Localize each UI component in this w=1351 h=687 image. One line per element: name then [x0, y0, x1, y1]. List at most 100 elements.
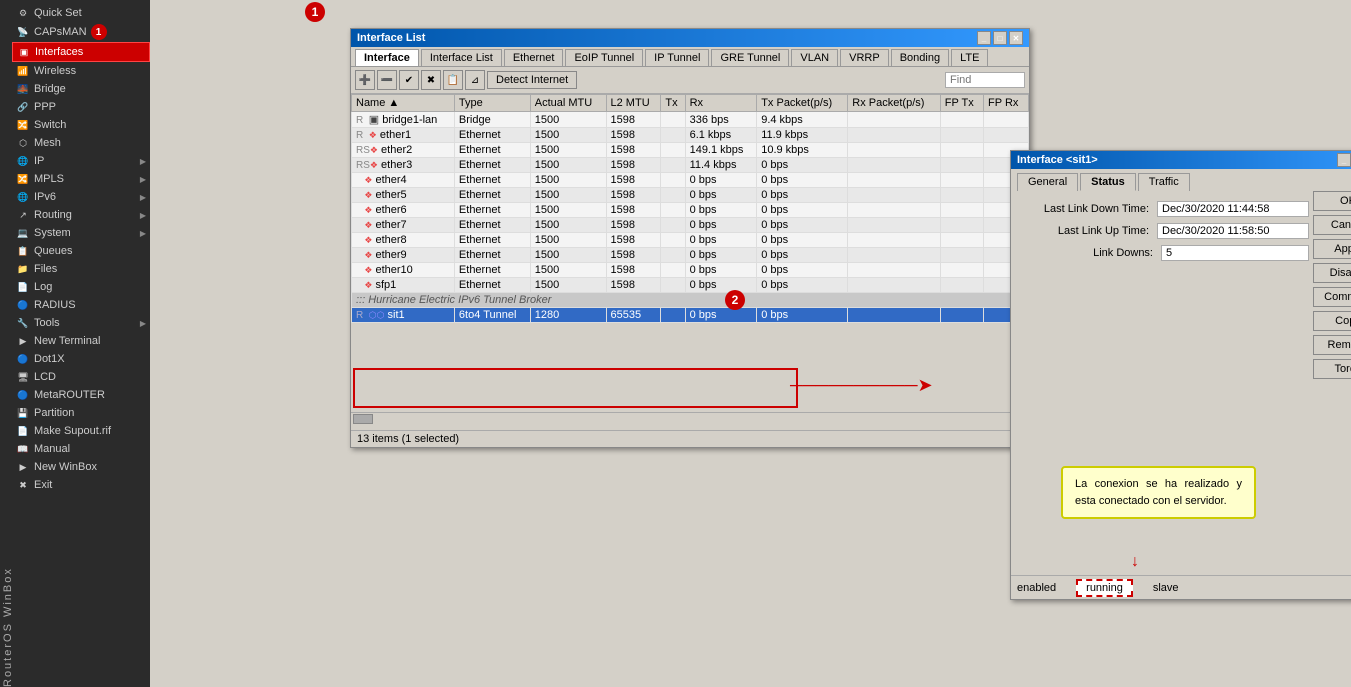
sidebar-item-new-terminal[interactable]: ▶ New Terminal: [12, 332, 150, 350]
sidebar-item-mesh[interactable]: ⬡ Mesh: [12, 134, 150, 152]
tab-interface-list[interactable]: Interface List: [421, 49, 502, 66]
sidebar-item-exit[interactable]: ✖ Exit: [12, 476, 150, 494]
sidebar-item-lcd[interactable]: 🖥 LCD: [12, 368, 150, 386]
col-rx[interactable]: Rx: [685, 95, 757, 112]
tab-interface[interactable]: Interface: [355, 49, 419, 66]
table-row[interactable]: ❖ ether7 Ethernet150015980 bps0 bps: [352, 218, 1029, 233]
tab-vrrp[interactable]: VRRP: [840, 49, 889, 66]
badge-number-2: 2: [725, 290, 745, 310]
sidebar-item-capsman[interactable]: 📡 CAPsMAN 1: [12, 22, 150, 42]
sidebar-item-dot1x[interactable]: 🔵 Dot1X: [12, 350, 150, 368]
quick-set-icon: ⚙: [16, 6, 30, 20]
filter-btn[interactable]: ⊿: [465, 70, 485, 90]
col-l2-mtu[interactable]: L2 MTU: [606, 95, 661, 112]
table-row[interactable]: ❖ ether10 Ethernet150015980 bps0 bps: [352, 263, 1029, 278]
horizontal-scrollbar[interactable]: [351, 412, 1029, 424]
sidebar-item-metarouter[interactable]: 🔵 MetaROUTER: [12, 386, 150, 404]
sidebar-item-switch[interactable]: 🔀 Switch: [12, 116, 150, 134]
sidebar-item-partition[interactable]: 💾 Partition: [12, 404, 150, 422]
enable-btn[interactable]: ✔: [399, 70, 419, 90]
col-name[interactable]: Name ▲: [352, 95, 455, 112]
detect-internet-btn[interactable]: Detect Internet: [487, 71, 577, 89]
routing-icon: ↗: [16, 208, 30, 222]
sidebar-item-quick-set[interactable]: ⚙ Quick Set: [12, 4, 150, 22]
sidebar-item-new-winbox[interactable]: ▶ New WinBox: [12, 458, 150, 476]
sidebar-item-manual[interactable]: 📖 Manual: [12, 440, 150, 458]
table-row[interactable]: ❖ sfp1 Ethernet150015980 bps0 bps: [352, 278, 1029, 293]
sidebar-item-ipv6[interactable]: 🌐 IPv6 ▶: [12, 188, 150, 206]
tab-bonding[interactable]: Bonding: [891, 49, 949, 66]
sidebar-item-mpls[interactable]: 🔀 MPLS ▶: [12, 170, 150, 188]
detail-tab-traffic[interactable]: Traffic: [1138, 173, 1190, 191]
torch-button[interactable]: Torch: [1313, 359, 1351, 379]
disable-btn-toolbar[interactable]: ✖: [421, 70, 441, 90]
sidebar-item-interfaces[interactable]: ▣ Interfaces: [12, 42, 150, 62]
table-row[interactable]: RS❖ ether2 Ethernet15001598149.1 kbps10.…: [352, 143, 1029, 158]
sidebar-item-radius[interactable]: 🔵 RADIUS: [12, 296, 150, 314]
sidebar-item-label: Quick Set: [34, 7, 82, 19]
table-row[interactable]: RS❖ ether3 Ethernet1500159811.4 kbps0 bp…: [352, 158, 1029, 173]
col-tx[interactable]: Tx: [661, 95, 685, 112]
interface-tabs-bar: Interface Interface List Ethernet EoIP T…: [351, 47, 1029, 67]
sidebar-item-ppp[interactable]: 🔗 PPP: [12, 98, 150, 116]
sidebar-item-log[interactable]: 📄 Log: [12, 278, 150, 296]
col-actual-mtu[interactable]: Actual MTU: [530, 95, 606, 112]
minimize-btn[interactable]: _: [977, 31, 991, 45]
table-row[interactable]: R ▣ bridge1-lan Bridge15001598336 bps9.4…: [352, 112, 1029, 128]
maximize-btn[interactable]: □: [993, 31, 1007, 45]
tab-ethernet[interactable]: Ethernet: [504, 49, 564, 66]
sidebar-item-tools[interactable]: 🔧 Tools ▶: [12, 314, 150, 332]
table-row[interactable]: ❖ ether6 Ethernet150015980 bps0 bps: [352, 203, 1029, 218]
copy-button[interactable]: Copy: [1313, 311, 1351, 331]
sidebar-item-make-supout[interactable]: 📄 Make Supout.rif: [12, 422, 150, 440]
sidebar-item-system[interactable]: 💻 System ▶: [12, 224, 150, 242]
detail-minimize-btn[interactable]: _: [1337, 153, 1351, 167]
remove-button[interactable]: Remove: [1313, 335, 1351, 355]
cancel-button[interactable]: Cancel: [1313, 215, 1351, 235]
sidebar-item-label: Exit: [34, 479, 52, 491]
ipv6-icon: 🌐: [16, 190, 30, 204]
sidebar-item-routing[interactable]: ↗ Routing ▶: [12, 206, 150, 224]
copy-btn-toolbar[interactable]: 📋: [443, 70, 463, 90]
last-link-down-value[interactable]: [1157, 201, 1309, 217]
new-terminal-icon: ▶: [16, 334, 30, 348]
tab-vlan[interactable]: VLAN: [791, 49, 838, 66]
find-input[interactable]: [945, 72, 1025, 88]
interface-table-container[interactable]: Name ▲ Type Actual MTU L2 MTU Tx Rx Tx P…: [351, 94, 1029, 412]
link-downs-value[interactable]: [1161, 245, 1309, 261]
sidebar-item-label: Make Supout.rif: [34, 425, 111, 437]
col-fp-tx[interactable]: FP Tx: [940, 95, 983, 112]
sidebar-item-queues[interactable]: 📋 Queues: [12, 242, 150, 260]
add-btn[interactable]: ➕: [355, 70, 375, 90]
table-row[interactable]: R ❖ ether1 Ethernet150015986.1 kbps11.9 …: [352, 128, 1029, 143]
tab-ip-tunnel[interactable]: IP Tunnel: [645, 49, 709, 66]
table-row[interactable]: ❖ ether8 Ethernet150015980 bps0 bps: [352, 233, 1029, 248]
ok-button[interactable]: OK: [1313, 191, 1351, 211]
remove-btn-toolbar[interactable]: ➖: [377, 70, 397, 90]
last-link-up-value[interactable]: [1157, 223, 1309, 239]
sidebar-item-files[interactable]: 📁 Files: [12, 260, 150, 278]
detail-tab-general[interactable]: General: [1017, 173, 1078, 191]
tab-gre-tunnel[interactable]: GRE Tunnel: [711, 49, 789, 66]
close-btn[interactable]: ✕: [1009, 31, 1023, 45]
comment-button[interactable]: Comment: [1313, 287, 1351, 307]
table-row[interactable]: ❖ ether9 Ethernet150015980 bps0 bps: [352, 248, 1029, 263]
disable-button[interactable]: Disable: [1313, 263, 1351, 283]
apply-button[interactable]: Apply: [1313, 239, 1351, 259]
interface-list-status-bar: 13 items (1 selected): [351, 430, 1029, 447]
sidebar-item-bridge[interactable]: 🌉 Bridge: [12, 80, 150, 98]
tab-lte[interactable]: LTE: [951, 49, 988, 66]
col-fp-rx[interactable]: FP Rx: [984, 95, 1029, 112]
sidebar-item-ip[interactable]: 🌐 IP ▶: [12, 152, 150, 170]
sit1-row[interactable]: R ⬡⬡ sit1 6to4 Tunnel1280655350 bps0 bps: [352, 308, 1029, 323]
tab-eoip-tunnel[interactable]: EoIP Tunnel: [565, 49, 643, 66]
col-rx-pps[interactable]: Rx Packet(p/s): [848, 95, 941, 112]
col-tx-pps[interactable]: Tx Packet(p/s): [757, 95, 848, 112]
badge-1: 1: [91, 24, 107, 40]
detail-tab-status[interactable]: Status: [1080, 173, 1136, 191]
sidebar-item-label: Tools: [34, 317, 60, 329]
table-row[interactable]: ❖ ether4 Ethernet150015980 bps0 bps: [352, 173, 1029, 188]
col-type[interactable]: Type: [454, 95, 530, 112]
sidebar-item-wireless[interactable]: 📶 Wireless: [12, 62, 150, 80]
table-row[interactable]: ❖ ether5 Ethernet150015980 bps0 bps: [352, 188, 1029, 203]
